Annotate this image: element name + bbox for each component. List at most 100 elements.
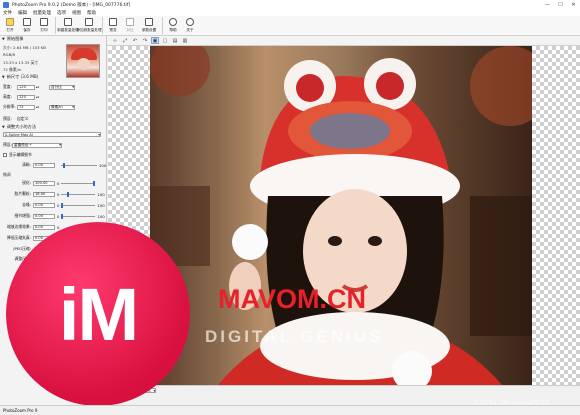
method-section-title: 调整大小的方法 <box>6 124 37 129</box>
compare-button[interactable]: 对比 <box>122 16 138 35</box>
sharpness-slider[interactable] <box>61 162 97 168</box>
about-button[interactable]: 关于 <box>182 16 198 35</box>
unit-select[interactable]: 百分比 ▾ <box>49 84 76 90</box>
about-label: 关于 <box>186 28 194 32</box>
detail-row-1: 胶片颗粒: 18.00 0 100 <box>3 191 105 197</box>
slider-knob[interactable] <box>61 213 64 219</box>
detail-label: 去噪: <box>22 202 31 207</box>
method-select[interactable]: S-Spline Max AI ▾ <box>3 132 101 137</box>
slider-knob[interactable] <box>67 191 70 197</box>
save-icon <box>23 18 31 26</box>
source-section-header[interactable]: ▼ 原始图像 <box>0 36 106 42</box>
slider-min-label: 0 <box>57 224 60 230</box>
slider-max-label: 100 <box>97 202 105 208</box>
slider-knob[interactable] <box>63 162 65 168</box>
view-split-button[interactable]: ▢ <box>161 37 169 44</box>
preset-value: 自定义 <box>17 116 29 121</box>
show-params-checkbox[interactable] <box>3 153 7 157</box>
slider-knob[interactable] <box>61 202 64 208</box>
preview-button[interactable]: 预览 <box>105 16 121 35</box>
rotate-left-button[interactable]: ↶ <box>131 37 139 44</box>
maximize-button[interactable]: ☐ <box>554 0 567 9</box>
collapse-icon: ▼ <box>2 37 5 41</box>
status-text: PhotoZoom Pro 9 <box>3 408 38 413</box>
slider-track <box>61 182 96 184</box>
method-section-header[interactable]: ▼ 调整大小的方法 <box>0 124 36 130</box>
detail-input[interactable]: 18.00 <box>33 191 55 197</box>
width-spinner-icon[interactable]: ▴▾ <box>36 85 39 89</box>
rotate-right-button[interactable]: ↷ <box>141 37 149 44</box>
ribbon-separator <box>162 17 163 34</box>
preset-label: 预设: <box>3 116 12 121</box>
sub-preset-select[interactable]: 重置预设 * ▾ <box>12 142 62 148</box>
detail-input[interactable]: 0.00 <box>33 213 55 219</box>
new-size-section-header[interactable]: ▼ 新尺寸 (3.6 MB) <box>0 74 38 80</box>
help-icon <box>169 18 177 26</box>
detail-row-4: 缩放边缘效果: 0.00 0 <box>3 224 59 230</box>
status-bar: PhotoZoom Pro 9 <box>0 405 580 415</box>
slider-min-label: 0 <box>57 191 60 197</box>
settings-button[interactable]: 参数设置 <box>139 16 159 35</box>
fit-tool-button[interactable]: ⤢ <box>121 37 129 44</box>
menu-view[interactable]: 视图 <box>72 10 81 16</box>
slider-knob[interactable] <box>93 180 96 186</box>
view-stack-button[interactable]: ▥ <box>181 37 189 44</box>
width-row: 宽度: 120 ▴▾ 百分比 ▾ <box>3 84 76 90</box>
batch-new-icon <box>64 18 72 26</box>
resolution-label: 分辨率: <box>3 104 16 109</box>
detail-slider[interactable] <box>61 191 96 197</box>
compare-label: 对比 <box>126 28 134 32</box>
menu-edit[interactable]: 编辑 <box>18 10 27 16</box>
save-button-label: 保存 <box>23 28 31 32</box>
detail-input[interactable]: 0.00 <box>33 224 55 230</box>
view-side-button[interactable]: ▤ <box>171 37 179 44</box>
chevron-down-icon: ▾ <box>153 388 156 393</box>
detail-slider[interactable] <box>61 202 96 208</box>
height-spinner-icon[interactable]: ▴▾ <box>36 95 39 99</box>
menu-batch[interactable]: 批量处理 <box>33 10 51 16</box>
info-icon <box>186 18 194 26</box>
detail-label: 细节增强: <box>14 213 31 218</box>
resolution-spinner-icon[interactable]: ▴▾ <box>36 105 39 109</box>
resolution-input[interactable]: 72 <box>17 104 35 110</box>
app-window: PhotoZoom Pro 9.0.2 (Demo 版本) - [IMG_007… <box>0 0 580 415</box>
slider-max-label: 100 <box>97 213 105 219</box>
menu-file[interactable]: 文件 <box>3 10 12 16</box>
menu-help[interactable]: 帮助 <box>87 10 96 16</box>
preset-row: 预设: 自定义 <box>3 116 28 122</box>
detail-slider[interactable] <box>61 180 96 186</box>
method-row: S-Spline Max AI ▾ <box>3 132 101 137</box>
height-input[interactable]: 120 <box>17 94 35 100</box>
batch-add-icon <box>85 18 93 26</box>
settings-label: 参数设置 <box>141 28 157 32</box>
collapse-icon: ▼ <box>2 125 5 129</box>
sharpness-input[interactable]: 0.00 <box>33 162 55 168</box>
sub-preset-label: 预设: <box>3 142 12 147</box>
resolution-unit-select[interactable]: 像素/in ▾ <box>49 104 76 110</box>
detail-row-6: JPEG压缩: <box>3 246 33 252</box>
detail-input[interactable]: 100.00 <box>33 180 55 186</box>
close-button[interactable]: ✕ <box>567 0 580 9</box>
pan-tool-button[interactable]: ⊹ <box>111 37 119 44</box>
detail-input[interactable]: 0.00 <box>33 202 55 208</box>
sharpness-row: 清晰: 0.00 100 <box>3 162 106 168</box>
slider-track <box>61 204 96 206</box>
chevron-down-icon: ▾ <box>98 132 100 137</box>
detail-label: JPEG压缩: <box>13 246 31 251</box>
print-button[interactable]: 打印 <box>36 16 52 35</box>
watermark-logo: iM <box>6 222 190 406</box>
batch-add-button[interactable]: 添加到批量处理 <box>76 16 102 35</box>
watermark-title: MAVOM.CN <box>218 284 366 314</box>
batch-new-button[interactable]: 新建批量处理 <box>57 16 79 35</box>
detail-slider[interactable] <box>61 213 96 219</box>
help-button[interactable]: 帮助 <box>165 16 181 35</box>
width-input[interactable]: 120 <box>17 84 35 90</box>
view-single-button[interactable]: ▣ <box>151 37 159 44</box>
menu-options[interactable]: 选项 <box>57 10 66 16</box>
print-button-label: 打印 <box>40 28 48 32</box>
minimize-button[interactable]: — <box>541 0 554 9</box>
save-button[interactable]: 保存 <box>19 16 35 35</box>
source-section-title: 原始图像 <box>6 36 24 41</box>
compare-icon <box>126 18 134 26</box>
open-button[interactable]: 打开 <box>2 16 18 35</box>
